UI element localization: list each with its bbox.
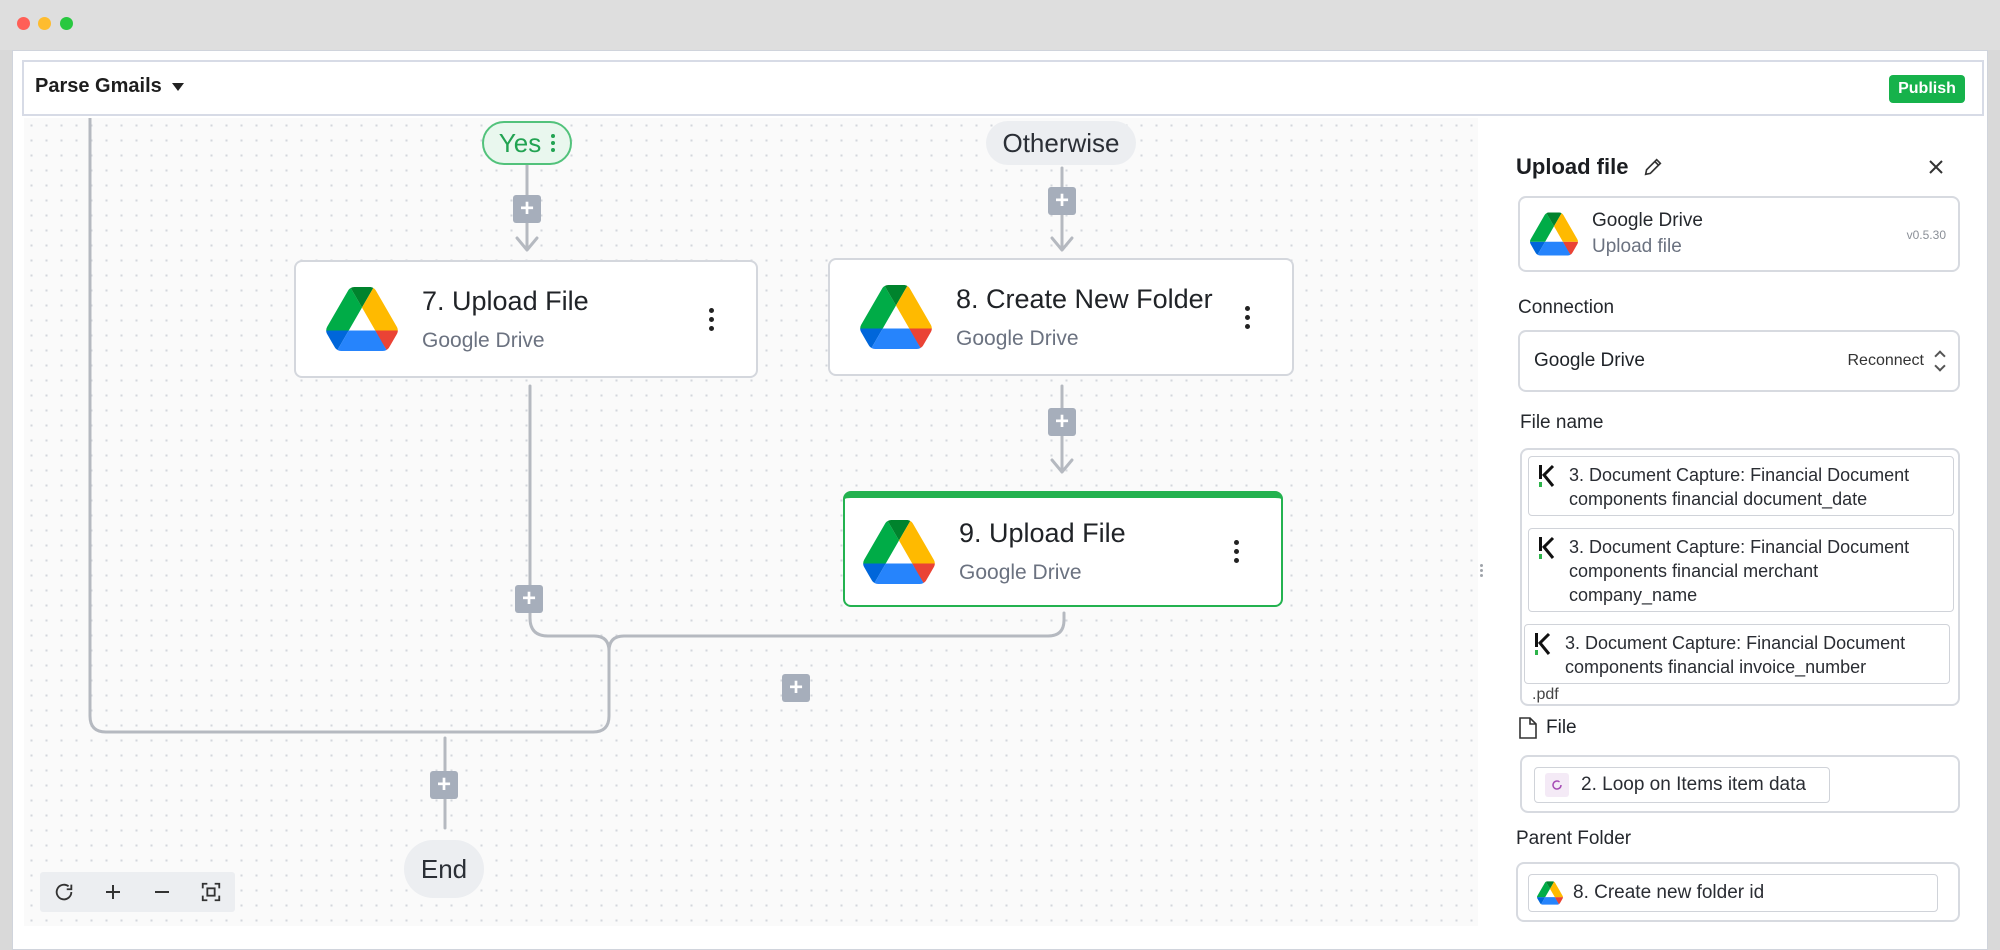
close-icon[interactable] — [1926, 152, 1946, 184]
google-drive-icon — [863, 519, 935, 584]
variable-chip-text: 3. Document Capture: Financial Document … — [1565, 633, 1906, 677]
file-field[interactable]: 2. Loop on Items item data — [1520, 755, 1960, 813]
zoom-in-icon[interactable] — [98, 877, 128, 907]
pencil-icon[interactable] — [1642, 156, 1664, 178]
step-title: 7. Upload File — [422, 285, 589, 316]
publish-button[interactable]: Publish — [1889, 75, 1965, 103]
panel-header: Upload file — [1516, 154, 1664, 180]
variable-chip[interactable]: 3. Document Capture: Financial Document … — [1524, 624, 1950, 684]
more-vertical-icon[interactable] — [1232, 305, 1262, 329]
variable-chip-text: 3. Document Capture: Financial Document … — [1569, 537, 1910, 605]
branch-yes-text: Yes — [498, 127, 542, 158]
step-title: 8. Create New Folder — [956, 283, 1213, 314]
google-drive-icon — [1530, 212, 1578, 256]
step-settings-panel: Upload file Google Drive Upload file v0.… — [1486, 118, 1978, 926]
connection-label: Connection — [1518, 297, 1615, 318]
parent-folder-field[interactable]: 8. Create new folder id — [1516, 862, 1960, 922]
piece-name: Google Drive — [1592, 210, 1703, 231]
flow-title: Parse Gmails — [35, 75, 162, 97]
google-drive-icon — [326, 287, 398, 351]
branch-otherwise-text: Otherwise — [1002, 127, 1120, 158]
step-card-create-new-folder-8[interactable]: 8. Create New Folder Google Drive — [828, 258, 1294, 376]
panel-title: Upload file — [1516, 154, 1629, 179]
add-step-button[interactable]: + — [1048, 408, 1076, 436]
branch-otherwise-label: Otherwise — [986, 121, 1136, 165]
end-node: End — [404, 840, 484, 898]
add-step-button[interactable]: + — [513, 195, 541, 223]
file-icon — [1519, 717, 1537, 739]
connection-select[interactable]: Google Drive Reconnect — [1518, 330, 1960, 392]
maximize-window-button[interactable] — [60, 17, 73, 30]
top-bar — [22, 60, 1984, 116]
add-step-button[interactable]: + — [782, 674, 810, 702]
document-capture-icon — [1539, 536, 1555, 559]
google-drive-icon — [1537, 881, 1563, 905]
add-step-button[interactable]: + — [430, 771, 458, 799]
end-label: End — [420, 853, 468, 884]
loop-icon — [1545, 773, 1569, 797]
more-vertical-icon[interactable] — [551, 134, 556, 152]
window-titlebar — [0, 0, 2000, 50]
connection-value: Google Drive — [1534, 350, 1645, 371]
step-card-upload-file-7[interactable]: 7. Upload File Google Drive — [294, 260, 758, 378]
flow-title-dropdown[interactable]: Parse Gmails — [35, 75, 184, 98]
reconnect-button[interactable]: Reconnect — [1848, 352, 1925, 370]
step-title: 9. Upload File — [959, 518, 1126, 548]
add-step-button[interactable]: + — [515, 585, 543, 613]
file-name-label: File name — [1520, 412, 1604, 433]
piece-action: Upload file — [1592, 236, 1682, 257]
fit-view-icon[interactable] — [196, 877, 226, 907]
step-subtitle: Google Drive — [422, 328, 545, 352]
zoom-controls — [40, 872, 235, 912]
document-capture-icon — [1535, 632, 1551, 655]
file-label: File — [1546, 717, 1577, 738]
caret-down-icon — [171, 82, 184, 91]
variable-chip[interactable]: 8. Create new folder id — [1528, 874, 1938, 912]
google-drive-icon — [860, 285, 932, 349]
variable-chip-text: 3. Document Capture: Financial Document … — [1569, 465, 1910, 509]
flow-canvas[interactable]: Yes Otherwise + + + + + + 7. Upload File… — [24, 118, 1478, 926]
variable-chip[interactable]: 2. Loop on Items item data — [1534, 767, 1830, 803]
minimize-window-button[interactable] — [38, 17, 51, 30]
piece-info-card: Google Drive Upload file v0.5.30 — [1518, 196, 1960, 272]
variable-chip-text: 2. Loop on Items item data — [1581, 774, 1806, 795]
close-window-button[interactable] — [17, 17, 30, 30]
step-subtitle: Google Drive — [959, 561, 1082, 584]
parent-folder-label: Parent Folder — [1516, 828, 1632, 849]
document-capture-icon — [1539, 464, 1555, 487]
step-subtitle: Google Drive — [956, 326, 1079, 350]
add-step-button[interactable]: + — [1048, 187, 1076, 215]
variable-chip-text: 8. Create new folder id — [1573, 882, 1765, 903]
file-field-header: File — [1518, 716, 1577, 740]
file-extension: .pdf — [1532, 686, 1559, 703]
more-vertical-icon[interactable] — [696, 307, 726, 331]
step-card-upload-file-9[interactable]: 9. Upload File Google Drive — [843, 491, 1283, 607]
variable-chip[interactable]: 3. Document Capture: Financial Document … — [1528, 456, 1954, 516]
variable-chip[interactable]: 3. Document Capture: Financial Document … — [1528, 528, 1954, 612]
more-vertical-icon[interactable] — [1221, 540, 1251, 563]
piece-version: v0.5.30 — [1906, 228, 1946, 242]
refresh-icon[interactable] — [49, 877, 79, 907]
chevron-up-down-icon — [1934, 350, 1946, 372]
panel-resize-handle[interactable] — [1476, 562, 1486, 580]
branch-yes-label[interactable]: Yes — [482, 121, 572, 165]
zoom-out-icon[interactable] — [147, 877, 177, 907]
file-name-field[interactable]: 3. Document Capture: Financial Document … — [1520, 448, 1960, 706]
